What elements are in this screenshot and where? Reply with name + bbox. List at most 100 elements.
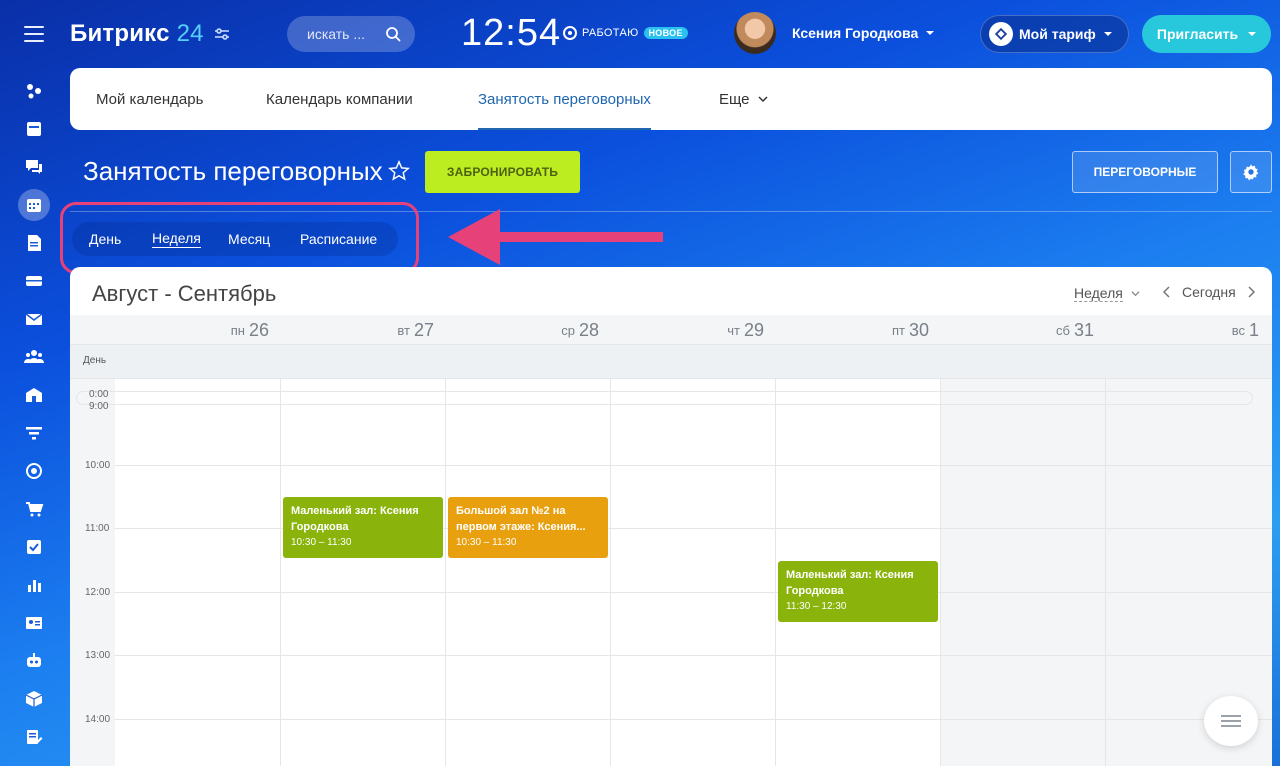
rooms-button[interactable]: ПЕРЕГОВОРНЫЕ [1072,151,1218,193]
event-card[interactable]: Большой зал №2 на первом этаже: Ксения..… [448,497,608,558]
event-time: 10:30 – 11:30 [291,537,352,548]
cart-icon [26,502,44,517]
tariff-label: Мой тариф [1019,26,1096,42]
gear-icon [1243,164,1259,181]
chevron-down-icon [758,96,768,103]
menu-icon[interactable] [24,26,44,42]
sidebar-item-groups[interactable] [0,338,68,376]
user-menu[interactable]: Ксения Городкова [734,12,935,54]
settings-button[interactable] [1230,151,1272,193]
star-icon[interactable] [388,160,410,182]
grid-line [115,465,1272,466]
book-button[interactable]: ЗАБРОНИРОВАТЬ [425,151,580,193]
view-month[interactable]: Месяц [228,222,270,256]
event-title: Большой зал №2 на первом этаже: Ксения..… [456,505,586,533]
sidebar-item-tasks[interactable] [0,110,68,148]
building-icon [26,388,42,402]
sidebar-item-crm[interactable] [0,414,68,452]
all-day-label: День [83,355,107,366]
tab-room-booking[interactable]: Занятость переговорных [478,68,651,130]
chevron-down-icon [1131,291,1140,297]
logo-text: Битрикс [70,20,170,47]
tab-more[interactable]: Еще [719,68,768,130]
edit-list-icon [27,730,43,744]
view-day[interactable]: День [89,222,121,256]
grid-line [1105,379,1106,766]
calendar-icon [27,199,41,212]
board-icon [27,122,41,136]
day-header[interactable]: пт 30 [775,315,935,345]
grid-line [610,379,611,766]
grid-line [115,592,1272,593]
invite-label: Пригласить [1156,26,1239,42]
view-switch: День Неделя Месяц Расписание [72,222,398,256]
today-button[interactable]: Сегодня [1182,284,1236,300]
sidebar-item-calendar[interactable] [0,186,68,224]
time-label: 0:00 [89,389,109,400]
drive-icon [26,276,42,286]
sidebar-item-company[interactable] [0,376,68,414]
chat-icon [26,160,42,174]
sidebar-item-docs[interactable] [0,224,68,262]
day-header[interactable]: вт 27 [280,315,440,345]
sidebar-item-contacts[interactable] [0,604,68,642]
event-title: Маленький зал: Ксения Городкова [786,569,914,597]
date-range-title: Август - Сентябрь [92,281,277,306]
day-header[interactable]: чт 29 [610,315,770,345]
grid-line [115,655,1272,656]
day-header[interactable]: вс 1 [1105,315,1265,345]
mail-icon [25,313,43,325]
view-selector[interactable]: Неделя [1074,285,1140,302]
id-card-icon [26,617,42,629]
sidebar-item-notes[interactable] [0,718,68,756]
list-icon [1221,715,1241,727]
new-badge: НОВОЕ [643,27,688,39]
work-status[interactable]: РАБОТАЮ НОВОЕ [563,26,688,40]
day-header[interactable]: сб 31 [940,315,1100,345]
chevron-right-icon[interactable] [1246,286,1256,298]
search-icon[interactable] [385,26,401,42]
view-schedule[interactable]: Расписание [300,222,377,256]
time-label: 10:00 [85,460,111,471]
tariff-button[interactable]: Мой тариф [980,15,1129,53]
sidebar-item-analytics[interactable] [0,566,68,604]
sliders-icon[interactable] [214,27,230,41]
grid-line [115,719,1272,720]
search-input[interactable] [307,26,377,42]
list-button[interactable] [1204,696,1258,746]
sidebar-item-drive[interactable] [0,262,68,300]
time-label: 9:00 [89,401,109,412]
sidebar-item-marketing[interactable] [0,452,68,490]
time-label: 13:00 [85,650,111,661]
box-icon [25,691,43,707]
tab-my-calendar[interactable]: Мой календарь [96,68,203,130]
search-box[interactable] [287,16,415,52]
sidebar-item-robots[interactable] [0,642,68,680]
invite-button[interactable]: Пригласить [1142,15,1271,53]
event-card[interactable]: Маленький зал: Ксения Городкова 10:30 – … [283,497,443,558]
time-label: 14:00 [85,714,111,725]
avatar[interactable] [734,12,776,54]
chevron-left-icon[interactable] [1162,286,1172,298]
sidebar-item-mail[interactable] [0,300,68,338]
grid-line [775,379,776,766]
network-icon [27,84,41,99]
sidebar-item-checklist[interactable] [0,528,68,566]
tab-company-calendar[interactable]: Календарь компании [266,68,413,130]
sidebar-item-chat[interactable] [0,148,68,186]
sidebar-item-shop[interactable] [0,490,68,528]
caret-down-icon [926,31,935,35]
collapsed-hours[interactable] [76,391,1253,405]
sidebar-item-feed[interactable] [0,72,68,110]
day-header[interactable]: пн 26 [115,315,275,345]
day-header[interactable]: ср 28 [445,315,605,345]
clock: 12:54 [461,12,562,54]
brand-logo[interactable]: Битрикс 24 [70,20,230,48]
view-week[interactable]: Неделя [152,222,201,256]
caret-down-icon [1103,32,1112,36]
all-day-row[interactable]: День [70,345,1272,379]
sidebar-item-store[interactable] [0,680,68,718]
event-card[interactable]: Маленький зал: Ксения Городкова 11:30 – … [778,561,938,622]
diamond-icon [989,22,1013,46]
time-grid[interactable]: 0:00 9:00 10:00 11:00 12:00 13:00 14:00 … [70,379,1272,766]
